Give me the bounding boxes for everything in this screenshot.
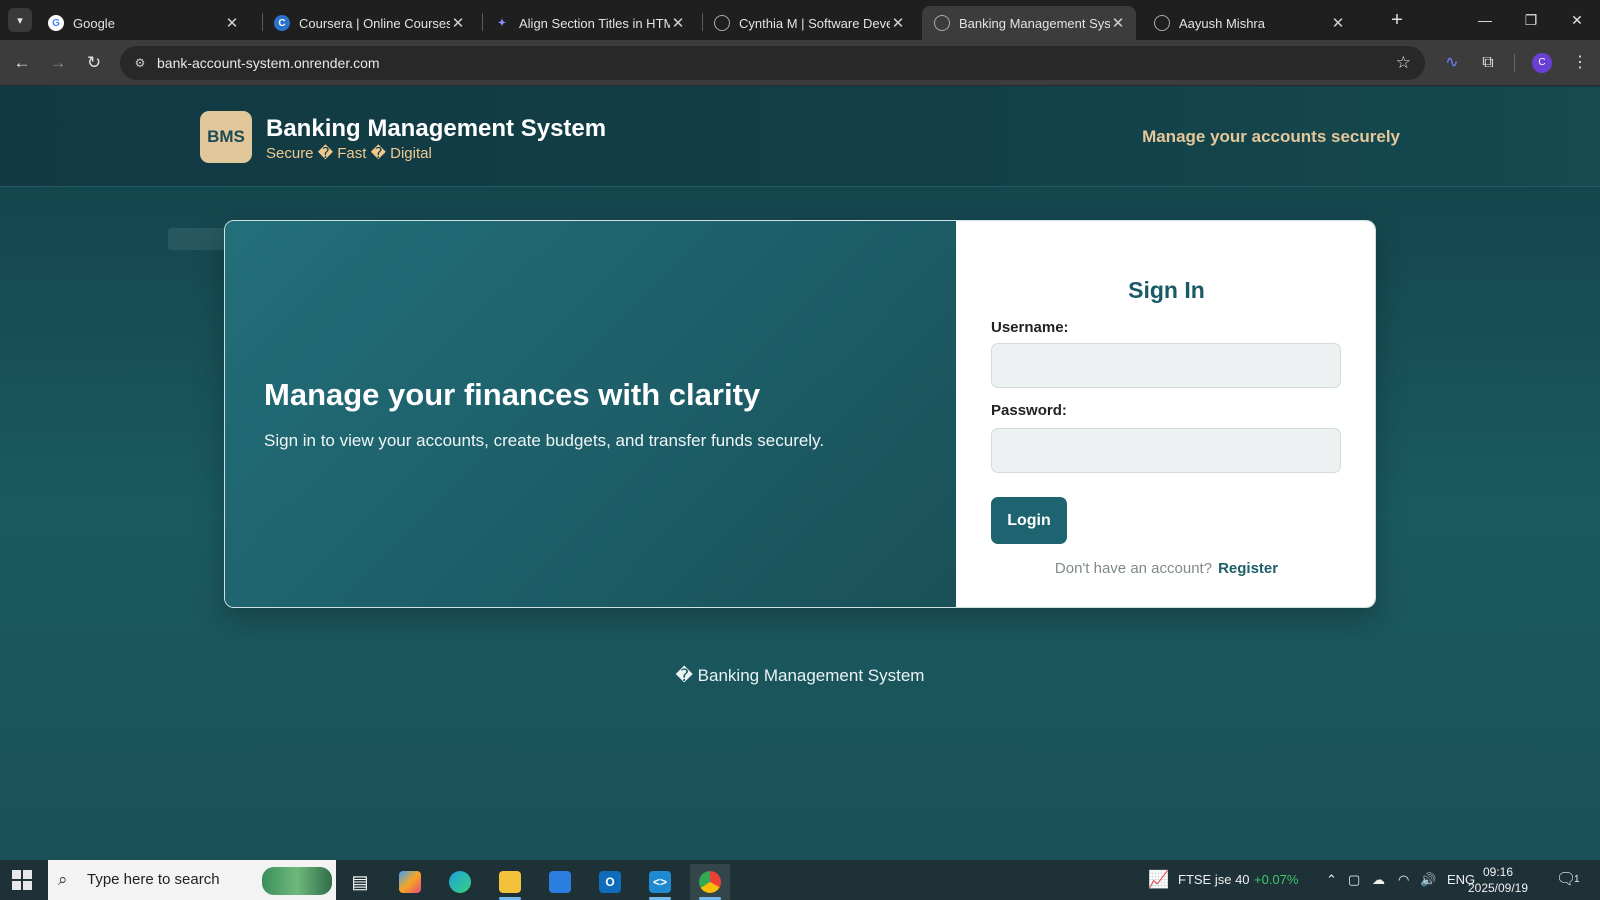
- tab-google[interactable]: G Google ✕: [36, 6, 250, 40]
- forward-icon[interactable]: →: [46, 51, 70, 75]
- hero-panel: Manage your finances with clarity Sign i…: [225, 221, 956, 607]
- login-card: Manage your finances with clarity Sign i…: [224, 220, 1376, 608]
- clock-date: 2025/09/19: [1467, 881, 1529, 895]
- close-icon[interactable]: ✕: [224, 14, 240, 32]
- sign-in-form: Sign In Username: Password: Login Don't …: [956, 221, 1375, 607]
- ticker-change: +0.07%: [1254, 872, 1299, 887]
- page-footer: � Banking Management System: [675, 666, 925, 685]
- menu-kebab-icon[interactable]: ⋮: [1568, 51, 1592, 75]
- taskbar-clock[interactable]: 09:16 2025/09/19: [1458, 864, 1538, 896]
- wifi-icon[interactable]: ◠: [1398, 860, 1409, 900]
- clock-time: 09:16: [1482, 865, 1514, 879]
- password-label: Password:: [991, 402, 1067, 419]
- coursera-icon: C: [274, 15, 290, 31]
- minimize-button[interactable]: —: [1462, 0, 1508, 40]
- new-tab-button[interactable]: +: [1385, 8, 1409, 32]
- search-highlight-art: [262, 867, 332, 895]
- form-heading: Sign In: [1128, 277, 1205, 303]
- tab-title: Cynthia M | Software Develo: [739, 15, 890, 31]
- url-text[interactable]: bank-account-system.onrender.com: [157, 46, 380, 80]
- extension-wave-icon[interactable]: ∿: [1440, 51, 1464, 75]
- search-placeholder: Type here to search: [87, 871, 220, 888]
- chrome-icon[interactable]: [690, 864, 730, 900]
- tab-title: Banking Management Syster: [959, 15, 1110, 31]
- address-bar[interactable]: ⚙ bank-account-system.onrender.com ☆: [120, 46, 1425, 80]
- globe-icon: [1154, 15, 1170, 31]
- brand-name: Banking Management System: [266, 115, 607, 142]
- page-body: BMS Banking Management System Secure � F…: [0, 87, 1600, 860]
- taskbar-search[interactable]: ⌕ Type here to search: [48, 860, 336, 900]
- notification-count: 1: [1574, 874, 1580, 885]
- tab-title: Google: [73, 15, 115, 31]
- edge-icon[interactable]: [440, 864, 480, 900]
- search-icon: ⌕: [58, 870, 68, 889]
- vscode-icon[interactable]: <>: [640, 864, 680, 900]
- tab-coursera[interactable]: C Coursera | Online Courses Fr ✕: [262, 6, 476, 40]
- tab-banking-active[interactable]: Banking Management Syster ✕: [922, 6, 1136, 40]
- close-icon[interactable]: ✕: [1110, 14, 1126, 32]
- tab-title: Coursera | Online Courses Fr: [299, 15, 450, 31]
- meet-now-icon[interactable]: ▢: [1348, 860, 1360, 900]
- close-icon[interactable]: ✕: [1330, 14, 1346, 32]
- site-header: BMS Banking Management System Secure � F…: [0, 87, 1600, 187]
- outlook-icon[interactable]: O: [590, 864, 630, 900]
- stocks-chart-icon[interactable]: 📈: [1148, 860, 1169, 900]
- extensions-puzzle-icon[interactable]: ⧉: [1476, 51, 1500, 75]
- close-window-button[interactable]: ✕: [1554, 0, 1600, 40]
- tab-align-section-titles[interactable]: ✦ Align Section Titles in HTML ✕: [482, 6, 696, 40]
- google-icon: G: [48, 15, 64, 31]
- bms-logo: BMS: [200, 111, 252, 163]
- header-tagline: Manage your accounts securely: [1142, 127, 1400, 146]
- no-account-text: Don't have an account?: [1054, 560, 1213, 577]
- reload-icon[interactable]: ↻: [82, 51, 106, 75]
- onedrive-icon[interactable]: ☁: [1372, 860, 1385, 900]
- close-icon[interactable]: ✕: [890, 14, 906, 32]
- brand-tagline: Secure � Fast � Digital: [266, 145, 432, 162]
- windows-taskbar: ⌕ Type here to search ▤ O <> 📈 FTSE jse …: [0, 860, 1600, 900]
- tab-title: Aayush Mishra: [1179, 15, 1265, 31]
- copilot-icon[interactable]: [390, 864, 430, 900]
- windows-start-icon[interactable]: [12, 870, 32, 890]
- ticker-name[interactable]: FTSE jse 40: [1178, 860, 1250, 900]
- browser-tabstrip: ▾ G Google ✕ C Coursera | Online Courses…: [0, 0, 1600, 40]
- close-icon[interactable]: ✕: [670, 14, 686, 32]
- hero-subtitle: Sign in to view your accounts, create bu…: [264, 431, 825, 450]
- tab-aayush[interactable]: Aayush Mishra ✕: [1142, 6, 1356, 40]
- file-explorer-icon[interactable]: [490, 864, 530, 900]
- microsoft-store-icon[interactable]: [540, 864, 580, 900]
- tab-cynthia[interactable]: Cynthia M | Software Develo ✕: [702, 6, 916, 40]
- globe-icon: [714, 15, 730, 31]
- username-field[interactable]: [991, 343, 1341, 388]
- register-link[interactable]: Register: [1218, 560, 1278, 577]
- volume-icon[interactable]: 🔊: [1420, 860, 1436, 900]
- bookmark-star-icon[interactable]: ☆: [1396, 46, 1411, 80]
- restore-button[interactable]: ❐: [1508, 0, 1554, 40]
- password-field[interactable]: [991, 428, 1341, 473]
- close-icon[interactable]: ✕: [450, 14, 466, 32]
- profile-avatar[interactable]: C: [1532, 53, 1552, 73]
- task-view-icon[interactable]: ▤: [340, 864, 380, 900]
- login-button[interactable]: Login: [991, 497, 1067, 544]
- browser-toolbar: ← → ↻ ⚙ bank-account-system.onrender.com…: [0, 40, 1600, 86]
- site-info-icon[interactable]: ⚙: [128, 51, 152, 75]
- tab-title: Align Section Titles in HTML: [519, 15, 670, 31]
- globe-icon: [934, 15, 950, 31]
- chevron-up-icon[interactable]: ⌃: [1326, 860, 1337, 900]
- register-prompt: Don't have an account? Register: [956, 560, 1375, 577]
- username-label: Username:: [991, 319, 1069, 336]
- hero-title: Manage your finances with clarity: [264, 377, 761, 412]
- back-icon[interactable]: ←: [10, 51, 34, 75]
- tab-search-button[interactable]: ▾: [8, 8, 32, 32]
- ai-chat-icon: ✦: [497, 17, 507, 29]
